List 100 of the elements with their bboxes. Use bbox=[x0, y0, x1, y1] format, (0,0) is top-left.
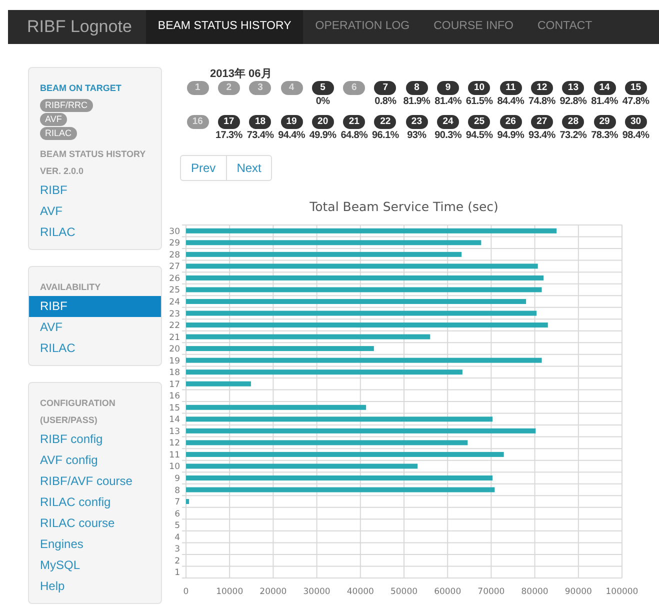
nav-tab[interactable]: OPERATION LOG bbox=[303, 10, 422, 44]
percent-label: 90.3% bbox=[434, 129, 462, 142]
day-badge[interactable]: 7 bbox=[374, 81, 396, 95]
sidebar-link[interactable]: RIBF config bbox=[29, 429, 161, 450]
section-heading: BEAM STATUS HISTORY bbox=[39, 148, 147, 161]
percent-label: 96.1% bbox=[372, 129, 399, 142]
axis-label: 20000 bbox=[260, 587, 287, 597]
axis-label: 13 bbox=[169, 426, 180, 437]
section-heading: VER. 2.0.0 bbox=[39, 165, 85, 178]
percent-label: 73.4% bbox=[246, 129, 274, 142]
axis-label: 6 bbox=[174, 509, 180, 520]
section-heading: CONFIGURATION (USER/PASS) bbox=[39, 397, 116, 427]
axis-label: 10000 bbox=[216, 587, 244, 597]
percent-label: 0.8% bbox=[374, 95, 396, 108]
sidebar-link[interactable]: MySQL bbox=[29, 555, 161, 576]
day-badge[interactable]: 19 bbox=[280, 115, 303, 129]
bar bbox=[186, 381, 251, 386]
day-badge[interactable]: 28 bbox=[562, 115, 584, 129]
sidebar-link[interactable]: AVF config bbox=[29, 450, 161, 471]
nav-tab[interactable]: CONTACT bbox=[525, 10, 604, 44]
day-badge[interactable]: 15 bbox=[624, 81, 647, 95]
status-badge: RIBF/RRC bbox=[40, 99, 92, 112]
day-badge[interactable]: 26 bbox=[500, 115, 522, 129]
day-badge[interactable]: 22 bbox=[374, 115, 396, 129]
axis-label: 10 bbox=[169, 462, 180, 472]
sidebar-link[interactable]: AVF bbox=[29, 201, 161, 222]
day-badge[interactable]: 14 bbox=[594, 81, 616, 95]
day-badge[interactable]: 17 bbox=[218, 115, 240, 129]
status-badge: AVF bbox=[40, 113, 67, 126]
axis-label: 0 bbox=[183, 587, 189, 597]
day-badge[interactable]: 12 bbox=[530, 81, 553, 95]
axis-label: 15 bbox=[169, 403, 180, 414]
sidebar-link[interactable]: RIBF bbox=[29, 180, 161, 201]
axis-label: 80000 bbox=[521, 587, 548, 597]
axis-label: 22 bbox=[169, 321, 180, 332]
percent-label: 64.8% bbox=[340, 129, 368, 142]
sidebar-link[interactable]: RILAC course bbox=[29, 513, 161, 534]
brand-title[interactable]: RIBF Lognote bbox=[8, 10, 146, 44]
pager-button[interactable]: Next bbox=[226, 155, 272, 181]
day-badge[interactable]: 11 bbox=[500, 81, 522, 95]
sidebar-link[interactable]: AVF bbox=[29, 317, 161, 338]
axis-label: 5 bbox=[174, 521, 180, 532]
axis-label: 21 bbox=[169, 332, 180, 343]
axis-label: 40000 bbox=[346, 587, 374, 597]
axis-label: 29 bbox=[169, 238, 180, 249]
sidebar-link[interactable]: RILAC bbox=[29, 338, 161, 359]
percent-label: 73.2% bbox=[560, 129, 587, 142]
percent-label: 47.8% bbox=[622, 95, 650, 108]
percent-label: 92.8% bbox=[560, 95, 587, 108]
day-badge[interactable]: 18 bbox=[249, 115, 272, 129]
axis-label: 14 bbox=[169, 415, 180, 426]
percent-label: 94.4% bbox=[278, 129, 305, 142]
axis-label: 19 bbox=[169, 356, 180, 366]
nav-tab[interactable]: BEAM STATUS HISTORY bbox=[146, 10, 304, 44]
sidebar-link[interactable]: RILAC bbox=[29, 222, 161, 243]
axis-label: 90000 bbox=[564, 587, 592, 597]
axis-label: 23 bbox=[169, 309, 180, 320]
percent-label: 94.9% bbox=[497, 129, 524, 142]
percent-label: 94.5% bbox=[466, 129, 493, 142]
sidebar-link[interactable]: Help bbox=[29, 576, 161, 597]
day-badge[interactable]: 5 bbox=[312, 81, 334, 95]
day-badge[interactable]: 25 bbox=[468, 115, 490, 129]
chart-title: Total Beam Service Time (sec) bbox=[310, 199, 498, 214]
percent-label: 17.3% bbox=[216, 129, 242, 142]
axis-label: 4 bbox=[174, 532, 180, 543]
day-badge[interactable]: 29 bbox=[594, 115, 616, 129]
percent-label: 93.4% bbox=[528, 129, 556, 142]
axis-label: 2 bbox=[174, 556, 180, 566]
percent-label: 0% bbox=[316, 95, 330, 108]
axis-label: 18 bbox=[169, 368, 180, 378]
axis-label: 20 bbox=[169, 344, 180, 355]
axis-label: 50000 bbox=[390, 587, 418, 597]
axis-label: 8 bbox=[174, 486, 180, 496]
day-badge[interactable]: 21 bbox=[343, 115, 366, 129]
bar bbox=[186, 499, 190, 504]
day-badge[interactable]: 13 bbox=[562, 81, 584, 95]
sidebar-link[interactable]: Engines bbox=[29, 534, 161, 555]
day-badge[interactable]: 8 bbox=[406, 81, 428, 95]
sidebar-link[interactable]: RIBF bbox=[29, 296, 161, 317]
section-heading: BEAM ON TARGET bbox=[39, 82, 122, 95]
percent-label: 78.3% bbox=[591, 129, 618, 142]
nav-tab[interactable]: COURSE INFO bbox=[422, 10, 526, 44]
axis-label: 16 bbox=[169, 392, 180, 402]
sidebar-link[interactable]: RIBF/AVF course bbox=[29, 471, 161, 492]
sidebar-link[interactable]: RILAC config bbox=[29, 492, 161, 513]
percent-label: 81.9% bbox=[403, 95, 430, 108]
pager-button[interactable]: Prev bbox=[180, 155, 227, 181]
day-badge[interactable]: 27 bbox=[530, 115, 553, 129]
status-badge: RILAC bbox=[40, 127, 77, 140]
day-badge[interactable]: 24 bbox=[437, 115, 460, 129]
day-badge[interactable]: 20 bbox=[312, 115, 334, 129]
section-heading: AVAILABILITY bbox=[39, 281, 102, 294]
percent-label: 93% bbox=[407, 129, 426, 142]
percent-label: 81.4% bbox=[591, 95, 618, 108]
day-badge[interactable]: 10 bbox=[468, 81, 490, 95]
axis-label: 100000 bbox=[606, 587, 638, 597]
day-badge[interactable]: 23 bbox=[406, 115, 428, 129]
day-badge[interactable]: 9 bbox=[437, 81, 460, 95]
day-badge[interactable]: 30 bbox=[624, 115, 647, 129]
percent-label: 49.9% bbox=[309, 129, 336, 142]
